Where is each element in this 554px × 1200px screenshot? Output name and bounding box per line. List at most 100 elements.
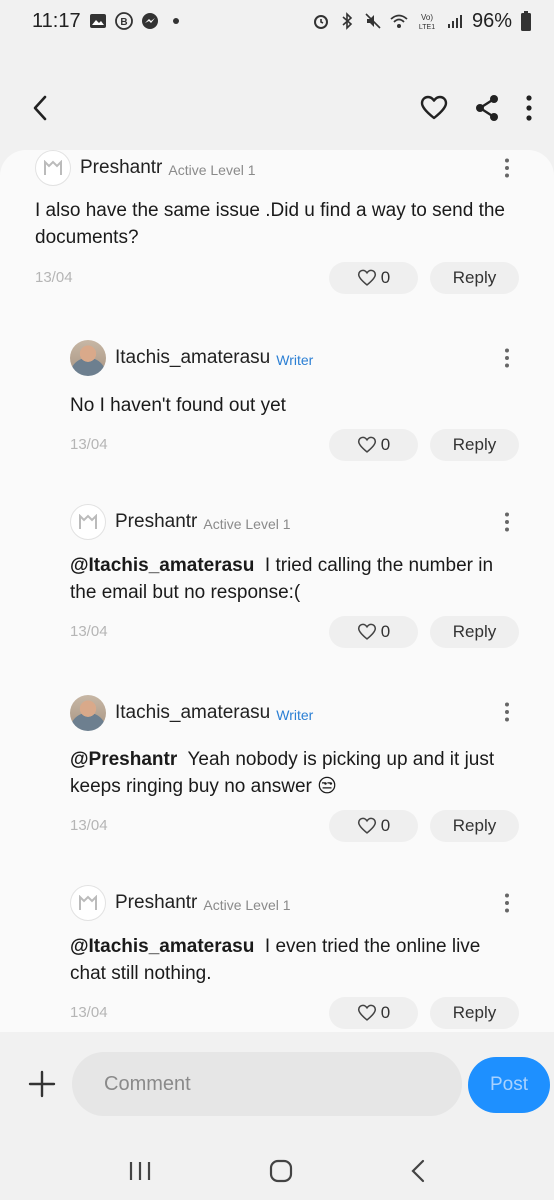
share-icon xyxy=(476,95,498,121)
comment-input[interactable] xyxy=(72,1052,462,1116)
more-vertical-icon[interactable] xyxy=(504,158,510,178)
alarm-icon xyxy=(313,15,328,29)
heart-icon xyxy=(357,436,376,453)
like-button[interactable]: 0 xyxy=(329,997,418,1029)
plus-icon xyxy=(28,1070,56,1098)
comment-username[interactable]: Preshantr xyxy=(115,511,197,533)
more-vertical-icon xyxy=(526,95,532,121)
reply-button[interactable]: Reply xyxy=(430,429,519,461)
avatar[interactable] xyxy=(70,504,106,540)
like-button[interactable]: 0 xyxy=(329,429,418,461)
mute-icon xyxy=(365,13,381,29)
bluetooth-icon xyxy=(342,12,353,30)
comment-username[interactable]: Itachis_amaterasu xyxy=(115,347,270,369)
app-bar-actions xyxy=(420,94,532,122)
comment-header: Preshantr Active Level 1 xyxy=(70,885,291,921)
home-icon xyxy=(269,1159,293,1183)
heart-icon xyxy=(357,1004,376,1021)
avatar[interactable] xyxy=(70,885,106,921)
status-time: 11:17 xyxy=(32,9,81,32)
like-count: 0 xyxy=(380,816,391,835)
comment-composer: Post xyxy=(0,1032,554,1142)
comment-username[interactable]: Itachis_amaterasu xyxy=(115,702,270,724)
comment-header: Preshantr Active Level 1 xyxy=(35,150,256,186)
system-nav-bar xyxy=(0,1142,554,1200)
signal-icon xyxy=(447,15,462,28)
heart-icon xyxy=(357,817,376,834)
recent-apps-icon xyxy=(130,1162,151,1180)
battery-icon xyxy=(521,11,531,31)
svg-text:B: B xyxy=(120,17,127,28)
like-count: 0 xyxy=(380,435,391,454)
svg-text:Vo): Vo) xyxy=(421,13,433,22)
add-attachment-button[interactable] xyxy=(28,1070,56,1103)
comment-rank-badge: Active Level 1 xyxy=(168,161,256,178)
comment-mention[interactable]: @Itachis_amaterasu xyxy=(70,936,254,957)
comment-text: @Preshantr Yeah nobody is picking up and… xyxy=(70,746,515,800)
comment-date: 13/04 xyxy=(70,436,108,453)
comment-text: @Itachis_amaterasu I tried calling the n… xyxy=(70,552,515,606)
more-vertical-icon[interactable] xyxy=(504,893,510,913)
status-bar: 11:17 B Vo) LTE1 96% xyxy=(0,0,554,42)
comment-header: Preshantr Active Level 1 xyxy=(70,504,291,540)
comment-username[interactable]: Preshantr xyxy=(80,157,162,179)
avatar[interactable] xyxy=(70,340,106,376)
share-button[interactable] xyxy=(474,94,500,122)
comment-text: I also have the same issue .Did u find a… xyxy=(35,197,505,251)
comments-thread: Preshantr Active Level 1 I also have the… xyxy=(0,150,554,1032)
comment-rank-badge: Active Level 1 xyxy=(203,515,291,532)
comment-rank-badge: Writer xyxy=(276,706,314,723)
avatar[interactable] xyxy=(35,150,71,186)
comment-date: 13/04 xyxy=(70,817,108,834)
status-right: Vo) LTE1 96% xyxy=(312,10,532,33)
status-left: 11:17 B xyxy=(32,10,179,33)
battery-percent: 96% xyxy=(471,9,512,32)
like-button[interactable]: 0 xyxy=(329,810,418,842)
comment-mention[interactable]: @Preshantr xyxy=(70,749,177,770)
default-avatar-icon xyxy=(79,514,97,529)
comment-header: Itachis_amaterasu Writer xyxy=(70,340,313,376)
like-button[interactable]: 0 xyxy=(329,616,418,648)
chevron-left-icon xyxy=(411,1159,424,1183)
more-vertical-icon[interactable] xyxy=(504,512,510,532)
comment-rank-badge: Writer xyxy=(276,351,314,368)
gallery-icon xyxy=(89,14,106,28)
notification-dot-icon xyxy=(172,18,179,24)
reply-button[interactable]: Reply xyxy=(430,997,519,1029)
comment-text: No I haven't found out yet xyxy=(70,392,510,419)
nav-back-button[interactable] xyxy=(410,1159,426,1183)
more-options-button[interactable] xyxy=(526,95,532,121)
chevron-left-icon xyxy=(33,95,47,121)
avatar[interactable] xyxy=(70,695,106,731)
recent-apps-button[interactable] xyxy=(128,1160,152,1182)
back-button[interactable] xyxy=(30,94,50,122)
volte-icon: Vo) LTE1 xyxy=(419,13,435,30)
comment-username[interactable]: Preshantr xyxy=(115,892,197,914)
messenger-icon xyxy=(141,13,158,29)
home-button[interactable] xyxy=(269,1159,293,1183)
reply-button[interactable]: Reply xyxy=(430,262,519,294)
more-vertical-icon[interactable] xyxy=(504,702,510,722)
b-badge-icon: B xyxy=(114,12,133,30)
heart-icon xyxy=(420,95,448,120)
comment-mention[interactable]: @Itachis_amaterasu xyxy=(70,555,254,576)
more-vertical-icon[interactable] xyxy=(504,348,510,368)
like-count: 0 xyxy=(380,268,391,287)
reply-button[interactable]: Reply xyxy=(430,616,519,648)
heart-icon xyxy=(357,269,376,286)
wifi-icon xyxy=(390,14,408,28)
comment-rank-badge: Active Level 1 xyxy=(203,896,291,913)
svg-text:LTE1: LTE1 xyxy=(419,24,435,30)
like-button[interactable]: 0 xyxy=(329,262,418,294)
heart-icon xyxy=(357,623,376,640)
like-post-button[interactable] xyxy=(420,95,448,121)
app-bar xyxy=(0,78,554,138)
reply-button[interactable]: Reply xyxy=(430,810,519,842)
comment-header: Itachis_amaterasu Writer xyxy=(70,695,313,731)
like-count: 0 xyxy=(380,622,391,641)
comment-body: I also have the same issue .Did u find a… xyxy=(35,200,505,248)
comment-date: 13/04 xyxy=(70,623,108,640)
post-button[interactable]: Post xyxy=(468,1057,550,1113)
comment-date: 13/04 xyxy=(70,1004,108,1021)
comment-date: 13/04 xyxy=(35,269,73,286)
